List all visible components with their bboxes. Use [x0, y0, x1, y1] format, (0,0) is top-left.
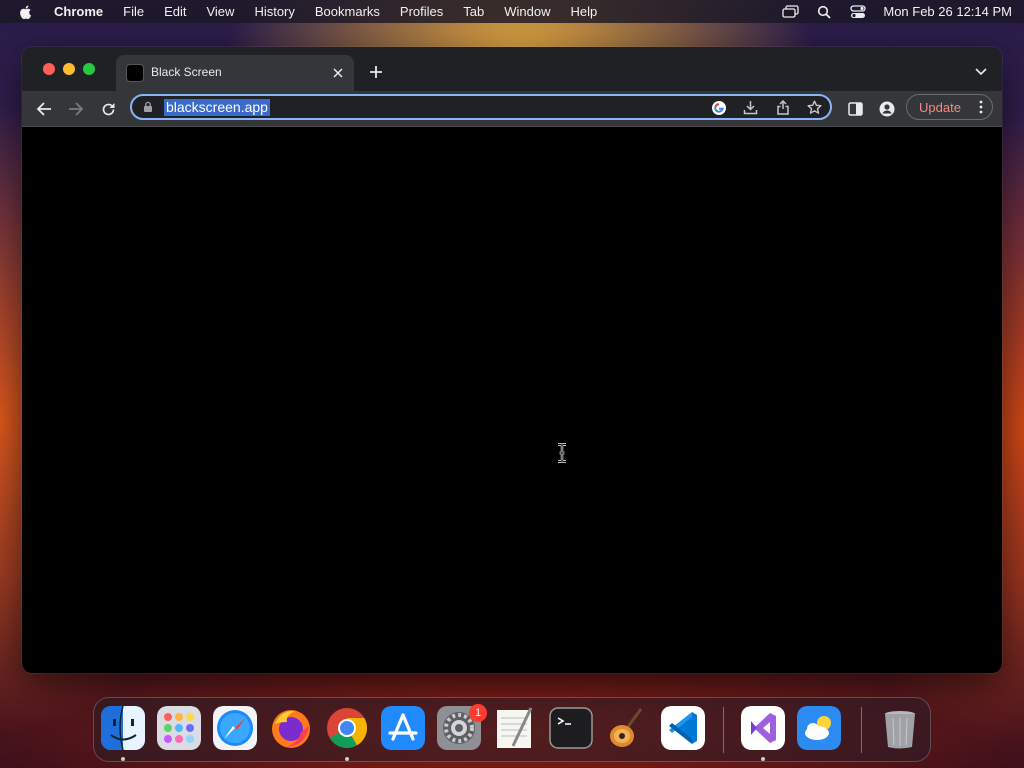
address-bar[interactable]: blackscreen.app — [130, 94, 832, 120]
forward-arrow-icon[interactable] — [66, 99, 86, 119]
update-label: Update — [919, 99, 961, 115]
browser-window: Black Screen blackscreen.app Update — [22, 47, 1002, 673]
window-zoom-button[interactable] — [83, 63, 95, 75]
tab-title: Black Screen — [151, 65, 222, 79]
page-content-black-screen[interactable] — [22, 127, 1002, 673]
dock-launchpad-icon[interactable] — [157, 706, 201, 750]
update-chrome-button[interactable]: Update — [906, 94, 993, 120]
side-panel-icon[interactable] — [845, 99, 865, 119]
menu-bar-clock[interactable]: Mon Feb 26 12:14 PM — [883, 4, 1012, 19]
back-arrow-icon[interactable] — [34, 99, 54, 119]
dock-vscode-icon[interactable] — [661, 706, 705, 750]
url-text[interactable]: blackscreen.app — [164, 99, 270, 116]
dock-app-store-icon[interactable] — [381, 706, 425, 750]
menu-window[interactable]: Window — [504, 4, 550, 19]
dock-safari-icon[interactable] — [213, 706, 257, 750]
menu-bookmarks[interactable]: Bookmarks — [315, 4, 380, 19]
menu-tab[interactable]: Tab — [463, 4, 484, 19]
profile-avatar-icon[interactable] — [877, 99, 897, 119]
menu-help[interactable]: Help — [571, 4, 598, 19]
dock-firefox-icon[interactable] — [269, 706, 313, 750]
dock-visual-studio-icon[interactable] — [741, 706, 785, 750]
menu-profiles[interactable]: Profiles — [400, 4, 443, 19]
share-icon[interactable] — [774, 99, 791, 116]
screen-mirroring-icon[interactable] — [781, 5, 799, 19]
tab-favicon-icon — [127, 65, 143, 81]
menu-bar: Chrome File Edit View History Bookmarks … — [0, 0, 1024, 23]
finder-running-indicator — [121, 757, 125, 761]
tab-black-screen[interactable]: Black Screen — [116, 55, 354, 91]
menu-file[interactable]: File — [123, 4, 144, 19]
google-lens-icon[interactable] — [710, 99, 727, 116]
tab-strip: Black Screen — [22, 47, 1002, 91]
dock-weather-icon[interactable] — [797, 706, 841, 750]
browser-toolbar: blackscreen.app Update — [22, 91, 1002, 127]
control-center-icon[interactable] — [849, 4, 867, 19]
dock-trash-icon[interactable] — [878, 706, 922, 750]
lock-icon[interactable] — [142, 101, 154, 113]
menu-history[interactable]: History — [254, 4, 294, 19]
menu-view[interactable]: View — [206, 4, 234, 19]
menu-app-name[interactable]: Chrome — [54, 4, 103, 19]
dock-terminal-icon[interactable] — [549, 706, 593, 750]
install-app-download-icon[interactable] — [742, 99, 759, 116]
dock-chrome-icon[interactable] — [325, 706, 369, 750]
window-close-button[interactable] — [43, 63, 55, 75]
tab-search-chevron-down-icon[interactable] — [974, 65, 988, 79]
tab-close-icon[interactable] — [330, 65, 346, 81]
dock-finder-icon[interactable] — [101, 706, 145, 750]
bookmark-star-icon[interactable] — [806, 99, 823, 116]
new-tab-plus-icon[interactable] — [367, 63, 385, 81]
reload-icon[interactable] — [98, 99, 118, 119]
more-menu-kebab-icon[interactable] — [978, 100, 984, 114]
spotlight-search-icon[interactable] — [815, 5, 833, 19]
chrome-running-indicator — [345, 757, 349, 761]
text-cursor-ibeam-icon — [558, 443, 566, 463]
dock-separator — [723, 707, 724, 753]
menu-edit[interactable]: Edit — [164, 4, 186, 19]
window-minimize-button[interactable] — [63, 63, 75, 75]
dock-garageband-icon[interactable] — [605, 706, 649, 750]
visual-studio-running-indicator — [761, 757, 765, 761]
dock-system-settings-icon[interactable]: 1 — [437, 704, 487, 750]
dock-separator-trash — [861, 707, 862, 753]
apple-logo-icon[interactable] — [18, 4, 34, 20]
notification-badge: 1 — [469, 704, 487, 722]
dock: 1 — [93, 697, 931, 762]
dock-textedit-icon[interactable] — [493, 706, 537, 750]
